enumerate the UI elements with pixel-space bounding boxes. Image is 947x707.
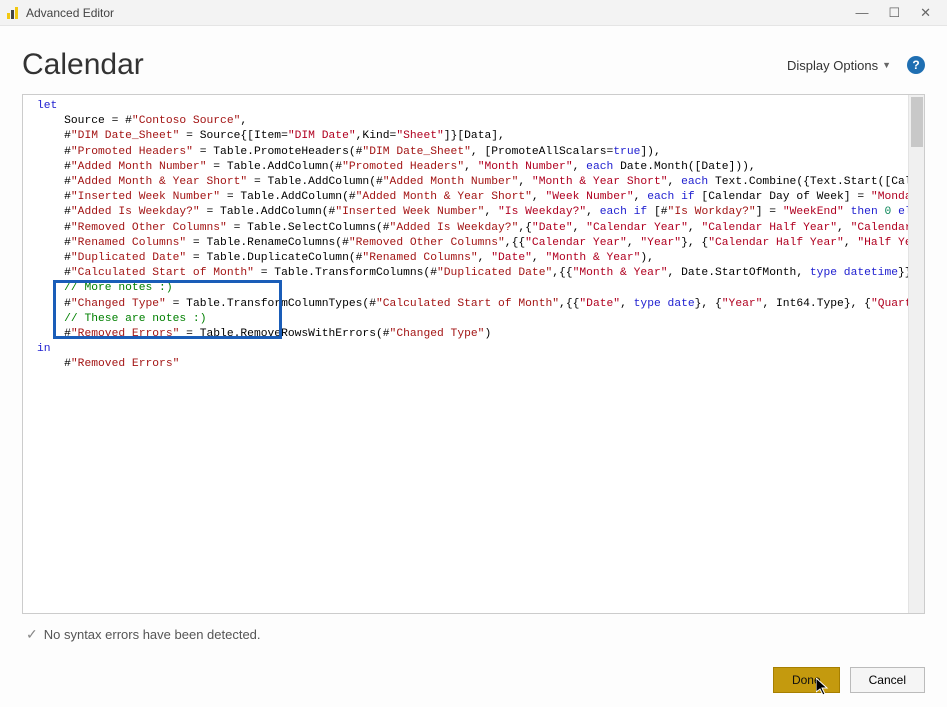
- help-icon[interactable]: ?: [907, 56, 925, 74]
- status-bar: ✓ No syntax errors have been detected.: [22, 614, 925, 643]
- window-title: Advanced Editor: [26, 6, 114, 20]
- page-title: Calendar: [22, 48, 144, 82]
- code-editor[interactable]: let Source = #"Contoso Source", #"DIM Da…: [23, 95, 924, 613]
- footer-buttons: Done Cancel: [773, 667, 925, 693]
- app-icon: [6, 6, 20, 20]
- titlebar: Advanced Editor — ☐ ✕: [0, 0, 947, 26]
- content-area: Calendar Display Options ▼ ? let Source …: [0, 26, 947, 643]
- check-icon: ✓: [26, 626, 38, 643]
- chevron-down-icon: ▼: [882, 60, 891, 70]
- display-options-dropdown[interactable]: Display Options ▼: [787, 58, 891, 73]
- done-button[interactable]: Done: [773, 667, 840, 693]
- cancel-button[interactable]: Cancel: [850, 667, 925, 693]
- header-row: Calendar Display Options ▼ ?: [22, 48, 925, 82]
- minimize-button[interactable]: —: [855, 5, 868, 21]
- header-tools: Display Options ▼ ?: [787, 56, 925, 74]
- maximize-button[interactable]: ☐: [888, 5, 900, 21]
- status-message: No syntax errors have been detected.: [44, 627, 261, 642]
- window-controls: — ☐ ✕: [855, 5, 941, 21]
- scrollbar-thumb[interactable]: [911, 97, 923, 147]
- close-button[interactable]: ✕: [920, 5, 931, 21]
- editor-container: let Source = #"Contoso Source", #"DIM Da…: [22, 94, 925, 614]
- vertical-scrollbar[interactable]: [908, 95, 924, 613]
- display-options-label: Display Options: [787, 58, 878, 73]
